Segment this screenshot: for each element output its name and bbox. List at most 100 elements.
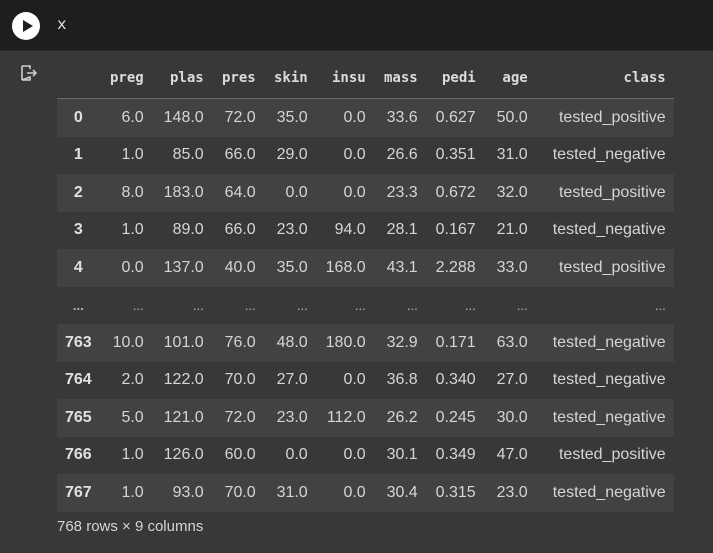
column-header-class: class	[535, 58, 674, 99]
table-cell-pres: 70.0	[224, 371, 256, 389]
play-icon	[23, 20, 33, 32]
table-cell-pedi: 0.340	[435, 371, 476, 389]
table-cell-skin: 27.0	[276, 371, 308, 389]
row-index: 763	[65, 333, 92, 351]
table-cell-insu: 0.0	[343, 483, 366, 501]
row-index: 2	[73, 183, 83, 201]
table-cell-age: 30.0	[496, 408, 528, 426]
column-header-age: age	[483, 58, 536, 99]
table-cell-age: 23.0	[496, 483, 528, 501]
table-cell-mass: 30.4	[386, 483, 418, 501]
table-row: 3 1.0 89.0 66.0 23.0 94.0 28.1 0.167 21.0 tested_…	[57, 211, 674, 249]
table-cell-age: 21.0	[496, 221, 528, 239]
column-header-pres: pres	[211, 58, 264, 99]
table-cell-class: tested_negative	[552, 408, 666, 426]
table-cell-preg: 6.0	[121, 108, 144, 126]
table-cell-preg: 1.0	[121, 146, 144, 164]
row-index: 3	[73, 221, 83, 239]
row-index: 766	[65, 446, 92, 464]
table-cell-plas: 93.0	[172, 483, 204, 501]
table-cell-insu: 112.0	[326, 408, 366, 426]
table-cell-skin: 23.0	[276, 408, 308, 426]
table-cell-mass: 33.6	[386, 108, 418, 126]
table-cell-insu: 0.0	[343, 108, 366, 126]
table-cell-preg: 2.0	[121, 371, 144, 389]
table-cell-insu: 180.0	[325, 333, 366, 351]
table-row: 766 1.0 126.0 60.0 0.0 0.0 30.1 0.349 47.0 tested…	[57, 436, 674, 474]
table-cell-insu: 94.0	[334, 221, 366, 239]
table-cell-insu: ...	[354, 297, 366, 313]
table-cell-pedi: 2.288	[435, 258, 476, 276]
table-cell-class: tested_negative	[552, 221, 666, 239]
table-cell-pedi: 0.349	[435, 446, 476, 464]
table-cell-plas: 101.0	[163, 333, 204, 351]
table-cell-skin: 35.0	[276, 258, 308, 276]
table-cell-pedi: 0.315	[435, 483, 476, 501]
run-cell-button[interactable]	[12, 12, 40, 40]
table-header-row: preg plas pres skin insu mass pedi age c…	[57, 58, 674, 99]
table-row: 765 5.0 121.0 72.0 23.0 112.0 26.2 0.245 30.0 tes…	[57, 399, 674, 437]
code-input[interactable]: x	[57, 16, 67, 34]
table-cell-class: tested_negative	[552, 371, 666, 389]
table-cell-mass: 28.1	[386, 221, 418, 239]
table-cell-pedi: 0.351	[435, 146, 476, 164]
table-cell-age: 27.0	[496, 371, 528, 389]
table-cell-insu: 0.0	[343, 371, 366, 389]
column-header-mass: mass	[373, 58, 426, 99]
table-cell-plas: 121.0	[163, 408, 204, 426]
table-row: 767 1.0 93.0 70.0 31.0 0.0 30.4 0.315 23.0 tested…	[57, 474, 674, 512]
table-cell-insu: 0.0	[343, 446, 366, 464]
table-cell-plas: ...	[192, 297, 204, 313]
table-cell-preg: 0.0	[121, 258, 144, 276]
table-cell-pres: 72.0	[224, 408, 256, 426]
dataframe-output: preg plas pres skin insu mass pedi age c…	[57, 58, 674, 512]
column-header-insu: insu	[315, 58, 374, 99]
table-cell-pres: 66.0	[224, 146, 256, 164]
row-index: 767	[65, 483, 92, 501]
table-row: 0 6.0 148.0 72.0 35.0 0.0 33.6 0.627 50.0 tested_…	[57, 98, 674, 137]
code-cell-header: x	[0, 0, 713, 51]
output-arrow-icon[interactable]	[19, 64, 37, 82]
table-cell-skin: 23.0	[276, 221, 308, 239]
table-cell-plas: 137.0	[163, 258, 204, 276]
table-cell-preg: 10.0	[112, 333, 144, 351]
row-index: 4	[73, 258, 83, 276]
table-cell-class: tested_positive	[558, 183, 666, 201]
table-cell-class: ...	[654, 297, 666, 313]
table-cell-plas: 85.0	[172, 146, 204, 164]
table-cell-class: tested_positive	[558, 258, 666, 276]
table-cell-mass: ...	[406, 297, 418, 313]
table-row: 4 0.0 137.0 40.0 35.0 168.0 43.1 2.288 33.0 teste…	[57, 249, 674, 287]
table-cell-skin: 48.0	[276, 333, 308, 351]
column-header-skin: skin	[263, 58, 316, 99]
table-cell-class: tested_positive	[558, 446, 666, 464]
table-cell-mass: 36.8	[386, 371, 418, 389]
table-cell-skin: 35.0	[276, 108, 308, 126]
table-cell-age: 33.0	[496, 258, 528, 276]
table-cell-skin: 0.0	[285, 446, 308, 464]
table-cell-insu: 0.0	[343, 146, 366, 164]
table-cell-mass: 26.2	[386, 408, 418, 426]
table-cell-plas: 122.0	[163, 371, 204, 389]
table-cell-skin: 0.0	[285, 183, 308, 201]
table-cell-mass: 26.6	[386, 146, 418, 164]
row-index: 765	[65, 408, 92, 426]
dataframe-table: preg plas pres skin insu mass pedi age c…	[57, 58, 674, 512]
table-cell-preg: 8.0	[121, 183, 144, 201]
table-cell-class: tested_negative	[552, 146, 666, 164]
notebook-cell: x preg plas pres skin insu mass pedi age	[0, 0, 713, 553]
table-cell-age: 31.0	[496, 146, 528, 164]
table-cell-preg: 1.0	[121, 221, 144, 239]
column-header-plas: plas	[151, 58, 212, 99]
table-cell-pres: 70.0	[224, 483, 256, 501]
table-cell-plas: 126.0	[163, 446, 204, 464]
table-cell-mass: 43.1	[386, 258, 418, 276]
table-row: 763 10.0 101.0 76.0 48.0 180.0 32.9 0.171 63.0 te…	[57, 324, 674, 362]
table-cell-age: 50.0	[496, 108, 528, 126]
table-cell-pedi: ...	[464, 297, 476, 313]
table-cell-plas: 148.0	[163, 108, 204, 126]
table-cell-pres: 66.0	[224, 221, 256, 239]
table-cell-mass: 30.1	[386, 446, 418, 464]
table-cell-pedi: 0.167	[435, 221, 476, 239]
table-row: ..............................	[57, 286, 674, 324]
